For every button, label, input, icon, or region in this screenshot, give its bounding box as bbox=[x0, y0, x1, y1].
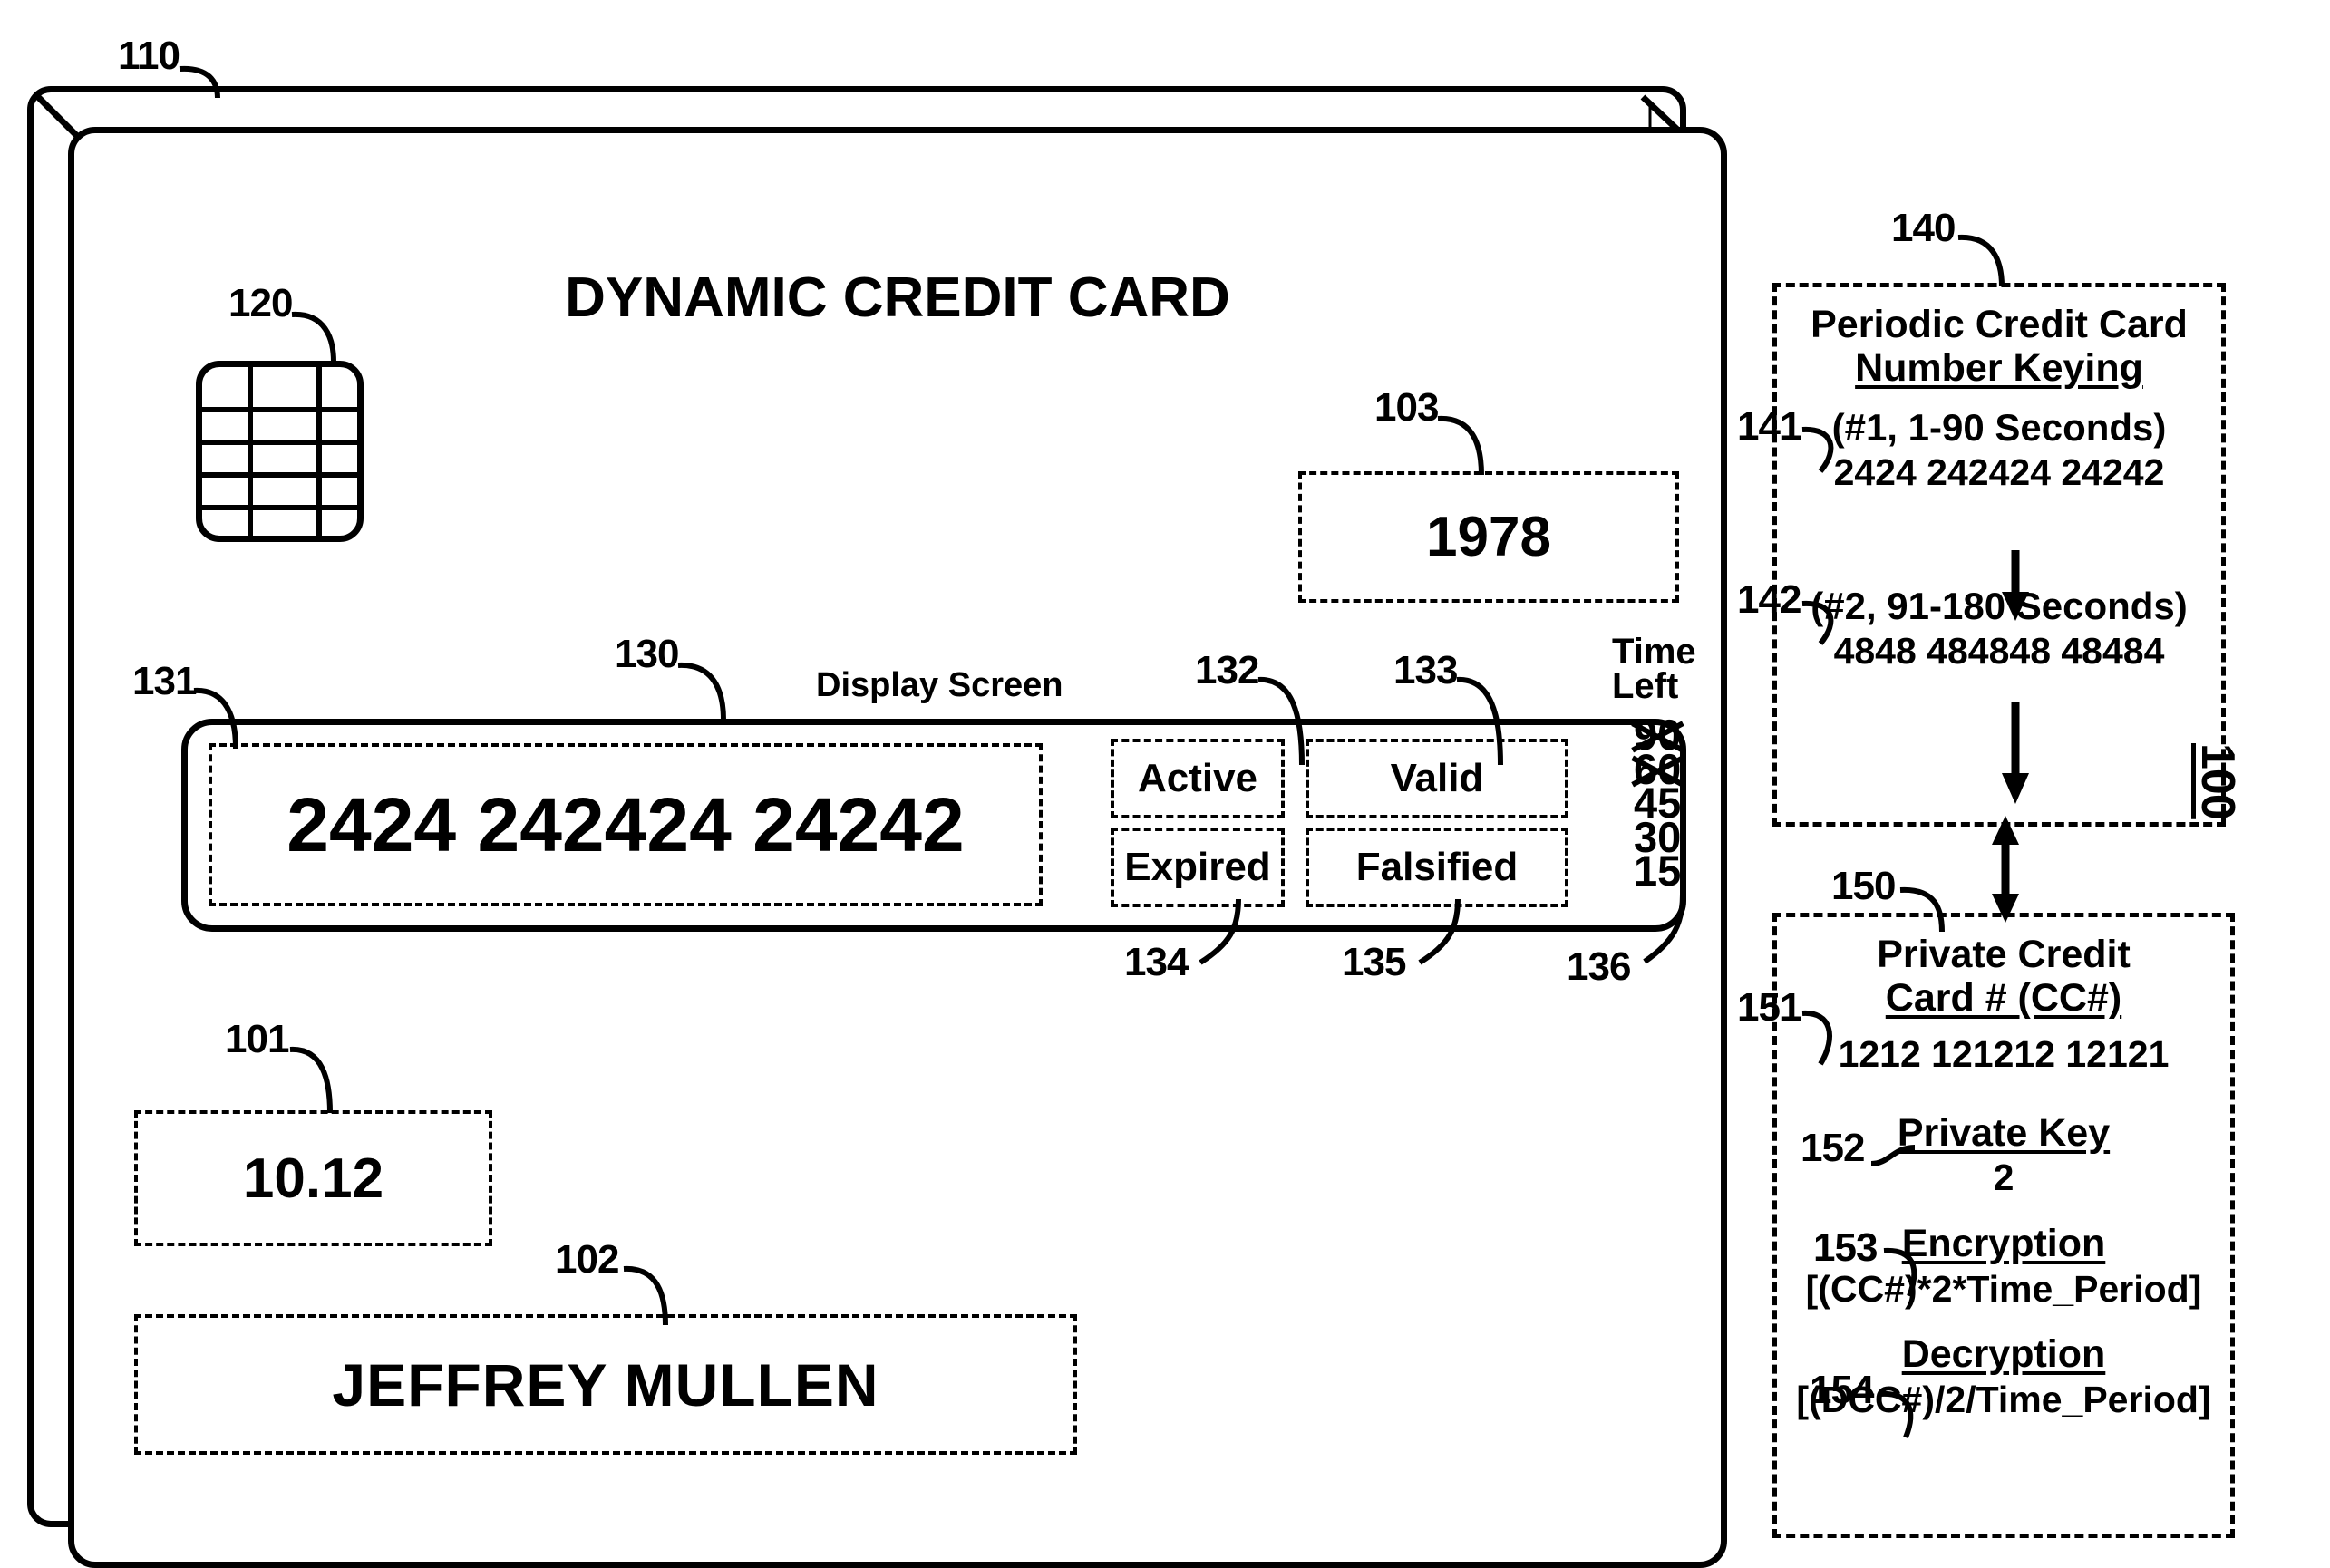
key-entry-2-number: 4848 484848 48484 bbox=[1833, 629, 2165, 672]
ref-135: 135 bbox=[1342, 940, 1406, 984]
ref-103: 103 bbox=[1374, 385, 1439, 430]
expiration-date-field: 10.12 bbox=[134, 1110, 492, 1246]
dynamic-card-number-value: 2424 242424 24242 bbox=[286, 781, 965, 867]
key-entry-2-label: (#2, 91-180 Seconds) bbox=[1811, 584, 2188, 627]
bidirectional-arrow-icon bbox=[1987, 816, 2024, 927]
ref-132: 132 bbox=[1195, 648, 1259, 692]
ref-140: 140 bbox=[1891, 206, 1956, 250]
ref-120: 120 bbox=[228, 281, 293, 325]
ref-131: 131 bbox=[132, 659, 197, 703]
ref-151: 151 bbox=[1737, 985, 1801, 1030]
arrow-down-icon bbox=[2000, 550, 2031, 625]
status-active-label: Active bbox=[1137, 756, 1258, 800]
panel-140-title-line1: Periodic Credit Card bbox=[1811, 303, 2188, 346]
arrow-down-icon bbox=[2000, 702, 2031, 808]
ref-150: 150 bbox=[1831, 864, 1896, 908]
time-left-header: Time Left bbox=[1612, 632, 1730, 706]
year-field: 1978 bbox=[1298, 471, 1679, 603]
key-entry-1-number: 2424 242424 24242 bbox=[1833, 450, 2165, 493]
status-badge-valid: Valid bbox=[1306, 739, 1568, 818]
status-valid-label: Valid bbox=[1390, 756, 1484, 800]
display-screen-label: Display Screen bbox=[816, 666, 1063, 704]
time-left-values: 90 60 45 30 15 bbox=[1634, 713, 1733, 895]
panel-150-title-line1: Private Credit bbox=[1877, 933, 2131, 976]
panel-150-title-line2: Card # (CC#) bbox=[1885, 976, 2122, 1021]
time-left-header-line1: Time bbox=[1612, 632, 1696, 672]
status-expired-label: Expired bbox=[1124, 845, 1271, 889]
ref-152: 152 bbox=[1801, 1126, 1865, 1170]
periodic-keying-panel: Periodic Credit Card Number Keying (#1, … bbox=[1772, 283, 2226, 827]
year-value: 1978 bbox=[1426, 506, 1551, 568]
dynamic-card-number-field: 2424 242424 24242 bbox=[209, 743, 1043, 906]
ref-110: 110 bbox=[118, 34, 180, 78]
ref-141: 141 bbox=[1737, 404, 1801, 449]
ref-134: 134 bbox=[1124, 940, 1189, 984]
ref-142: 142 bbox=[1737, 577, 1801, 622]
emv-chip-icon bbox=[196, 361, 364, 542]
status-falsified-label: Falsified bbox=[1355, 845, 1519, 889]
ref-101: 101 bbox=[225, 1017, 289, 1061]
ref-153: 153 bbox=[1813, 1225, 1878, 1270]
status-badge-expired: Expired bbox=[1111, 828, 1285, 907]
time-left-header-line2: Left bbox=[1612, 666, 1679, 706]
ref-130: 130 bbox=[615, 632, 679, 676]
expiration-date-value: 10.12 bbox=[242, 1147, 384, 1210]
ref-133: 133 bbox=[1393, 648, 1458, 692]
encryption-formula: [(CC#)*2*Time_Period] bbox=[1805, 1267, 2202, 1310]
figure-number: 100 bbox=[2191, 743, 2244, 819]
ref-136: 136 bbox=[1567, 944, 1631, 989]
ref-102: 102 bbox=[555, 1237, 619, 1282]
status-badge-falsified: Falsified bbox=[1306, 828, 1568, 907]
patent-figure: 110 DYNAMIC CREDIT CARD 120 1978 103 Dis… bbox=[0, 0, 2330, 1568]
key-entry-1-label: (#1, 1-90 Seconds) bbox=[1831, 405, 2167, 449]
time-left-value: 15 bbox=[1634, 847, 1682, 895]
cardholder-name-field: JEFFREY MULLEN bbox=[134, 1314, 1077, 1455]
ref-154: 154 bbox=[1810, 1368, 1874, 1412]
panel-140-title-line2: Number Keying bbox=[1855, 346, 2143, 391]
cardholder-name-value: JEFFREY MULLEN bbox=[332, 1350, 879, 1418]
status-badge-active: Active bbox=[1111, 739, 1285, 818]
card-title: DYNAMIC CREDIT CARD bbox=[565, 266, 1230, 329]
private-card-number: 1212 121212 12121 bbox=[1838, 1032, 2170, 1075]
